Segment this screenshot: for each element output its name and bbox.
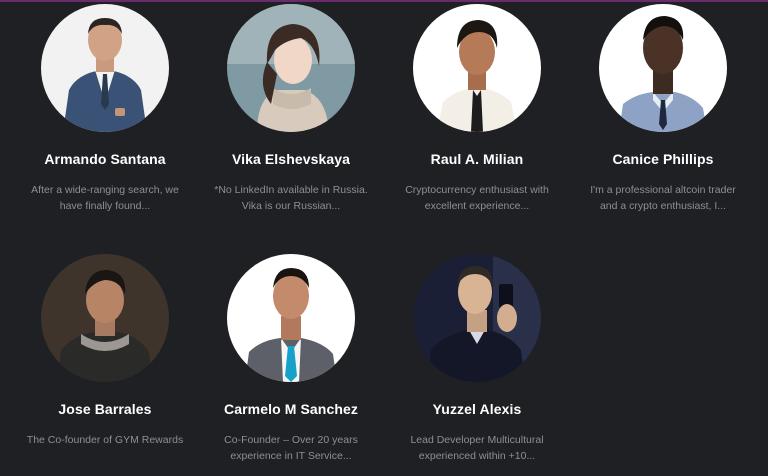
member-name[interactable]: Yuzzel Alexis (384, 401, 570, 417)
team-member-card: Canice Phillips I'm a professional altco… (570, 0, 756, 230)
member-bio-line: Lead Developer Multicultural (410, 434, 544, 446)
member-name[interactable]: Jose Barrales (12, 401, 198, 417)
member-bio-line: experienced within +10... (418, 450, 536, 462)
team-member-card: Armando Santana After a wide-ranging sea… (12, 0, 198, 230)
member-bio-line: experience in IT Service... (230, 450, 352, 462)
member-bio-line: have finally found... (59, 200, 151, 212)
member-name[interactable]: Armando Santana (12, 151, 198, 167)
team-member-card: Raul A. Milian Cryptocurrency enthusiast… (384, 0, 570, 230)
member-bio-line: Co-Founder – Over 20 years (224, 434, 358, 446)
member-name[interactable]: Canice Phillips (570, 151, 756, 167)
team-member-card: Carmelo M Sanchez Co-Founder – Over 20 y… (198, 250, 384, 476)
member-bio-line: After a wide-ranging search, we (31, 184, 179, 196)
avatar[interactable] (41, 4, 169, 132)
member-bio-line: excellent experience... (424, 200, 530, 212)
team-member-card: Jose Barrales The Co-founder of GYM Rewa… (12, 250, 198, 476)
member-bio: Co-Founder – Over 20 years experience in… (202, 432, 380, 464)
member-bio: Cryptocurrency enthusiast with excellent… (388, 182, 566, 214)
member-bio-line: and a crypto enthusiast, I... (599, 200, 727, 212)
avatar[interactable] (413, 4, 541, 132)
member-bio: I'm a professional altcoin trader and a … (574, 182, 752, 214)
team-member-card: Vika Elshevskaya *No LinkedIn available … (198, 0, 384, 230)
avatar[interactable] (413, 254, 541, 382)
member-bio: After a wide-ranging search, we have fin… (16, 182, 194, 214)
avatar[interactable] (41, 254, 169, 382)
avatar[interactable] (227, 254, 355, 382)
member-bio: *No LinkedIn available in Russia. Vika i… (202, 182, 380, 214)
member-bio-line: The Co-founder of GYM Rewards (26, 434, 184, 446)
team-member-card: Yuzzel Alexis Lead Developer Multicultur… (384, 250, 570, 476)
member-bio-line: Cryptocurrency enthusiast with (405, 184, 549, 196)
member-name[interactable]: Raul A. Milian (384, 151, 570, 167)
member-bio: The Co-founder of GYM Rewards (16, 432, 194, 448)
avatar[interactable] (227, 4, 355, 132)
member-bio-line: I'm a professional altcoin trader (590, 184, 736, 196)
member-name[interactable]: Vika Elshevskaya (198, 151, 384, 167)
member-name[interactable]: Carmelo M Sanchez (198, 401, 384, 417)
member-bio: Lead Developer Multicultural experienced… (388, 432, 566, 464)
member-bio-line: *No LinkedIn available in Russia. (214, 184, 368, 196)
avatar[interactable] (599, 4, 727, 132)
member-bio-line: Vika is our Russian... (241, 200, 341, 212)
